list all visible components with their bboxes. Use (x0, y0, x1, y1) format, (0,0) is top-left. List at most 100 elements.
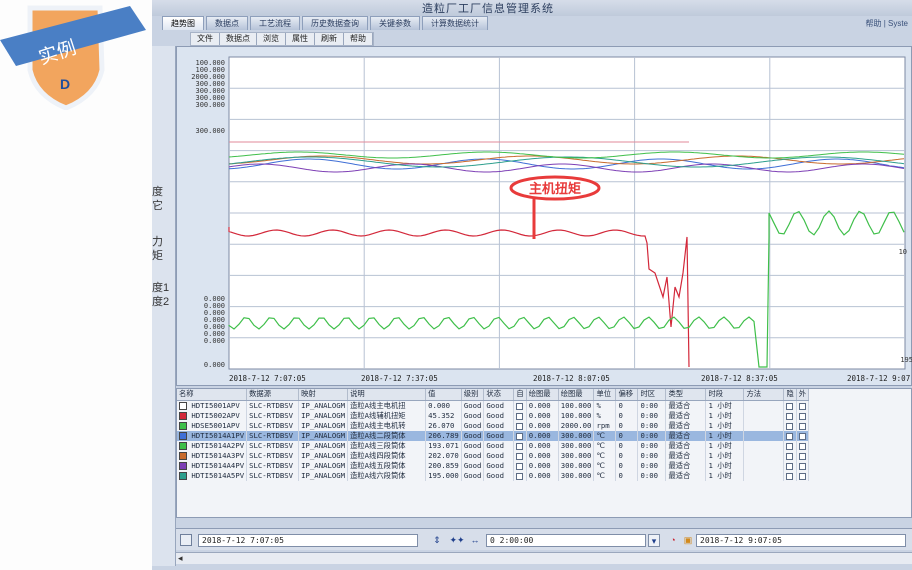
tag-table[interactable]: 名称 数据源 映射 说明值级别 状态自绘图最 绘图最 单位 偏移 时区 类型 时段 方法隐外 HDTI… (176, 388, 912, 518)
menu-refresh[interactable]: 刷新 (315, 33, 344, 45)
table-cell: 193.071 (425, 440, 462, 451)
column-header[interactable]: 时区 (637, 389, 667, 401)
column-header[interactable]: 绘图最 (558, 389, 595, 401)
tab-datapoints[interactable]: 数据点 (206, 16, 248, 30)
table-row[interactable]: HDTI5014A3PV SLC-RTDBSV IP_ANALOGM 造粒A线四段筒体… (177, 450, 810, 461)
forward-icon[interactable]: ✦✦ (448, 534, 466, 547)
checkbox[interactable] (786, 402, 794, 410)
menu-help[interactable]: 帮助 (344, 33, 373, 45)
checkbox[interactable] (786, 412, 794, 420)
checkbox[interactable] (516, 462, 524, 470)
swap-icon[interactable]: ↔ (468, 534, 482, 547)
trend-chart[interactable]: 100.000 100.000 2000.000 300.000 300.000 300.… (176, 46, 912, 386)
column-header[interactable]: 自 (513, 389, 527, 401)
checkbox[interactable] (798, 442, 806, 450)
column-header[interactable]: 级别 (461, 389, 485, 401)
checkbox[interactable] (516, 472, 524, 480)
column-header[interactable]: 单位 (593, 389, 617, 401)
column-header[interactable]: 值 (425, 389, 462, 401)
table-cell: HDSE5001APV (177, 420, 248, 431)
checkbox[interactable] (516, 402, 524, 410)
table-cell: Good (483, 400, 515, 411)
horizontal-scrollbar[interactable]: ◂ (176, 552, 912, 564)
dropdown-chevron-icon[interactable]: ▾ (648, 534, 660, 547)
column-header[interactable]: 隐 (783, 389, 797, 401)
menu-browse[interactable]: 浏览 (257, 33, 286, 45)
column-header[interactable]: 偏移 (615, 389, 639, 401)
checkbox[interactable] (786, 462, 794, 470)
column-header[interactable]: 数据源 (246, 389, 300, 401)
lock-icon[interactable]: ▣ (682, 534, 694, 547)
column-header[interactable]: 状态 (483, 389, 515, 401)
table-cell: 0:00 (637, 400, 667, 411)
series-color-swatch[interactable] (179, 412, 187, 420)
checkbox[interactable] (786, 442, 794, 450)
column-header[interactable]: 时段 (705, 389, 745, 401)
tab-trend[interactable]: 趋势图 (162, 16, 204, 30)
checkbox[interactable] (516, 452, 524, 460)
checkbox[interactable] (798, 452, 806, 460)
checkbox[interactable] (798, 432, 806, 440)
menu-datapoints[interactable]: 数据点 (220, 33, 257, 45)
table-cell: 300.000 (558, 470, 595, 481)
tab-calc-stats[interactable]: 计算数据统计 (422, 16, 488, 30)
series-color-swatch[interactable] (179, 442, 187, 450)
help-link[interactable]: 帮助 | Syste (865, 18, 908, 29)
tab-process-flow[interactable]: 工艺流程 (250, 16, 300, 30)
tab-history-query[interactable]: 历史数据查询 (302, 16, 368, 30)
tab-key-params[interactable]: 关键参数 (370, 16, 420, 30)
checkbox[interactable] (786, 432, 794, 440)
column-header[interactable]: 类型 (665, 389, 707, 401)
checkbox[interactable] (798, 472, 806, 480)
column-header[interactable]: 映射 (298, 389, 349, 401)
series-color-swatch[interactable] (179, 472, 187, 480)
menu-file[interactable]: 文件 (191, 33, 220, 45)
table-row[interactable]: HDTI5014A5PV SLC-RTDBSV IP_ANALOGM 造粒A线六段筒体… (177, 470, 810, 481)
checkbox[interactable] (798, 412, 806, 420)
table-row[interactable]: HDTI5014A1PV SLC-RTDBSV IP_ANALOGM 造粒A线二段筒体… (177, 430, 810, 441)
series-color-swatch[interactable] (179, 422, 187, 430)
column-header[interactable]: 绘图最 (526, 389, 559, 401)
table-cell: Good (461, 440, 485, 451)
series-color-swatch[interactable] (179, 402, 187, 410)
table-cell: 300.000 (558, 460, 595, 471)
checkbox[interactable] (786, 422, 794, 430)
table-cell (743, 460, 785, 471)
checkbox[interactable] (516, 412, 524, 420)
checkbox[interactable] (786, 452, 794, 460)
series-color-swatch[interactable] (179, 452, 187, 460)
table-row[interactable]: HDTI5001APV SLC-RTDBSV IP_ANALOGM 造粒A线主电机扭 0… (177, 400, 810, 411)
checkbox[interactable] (798, 422, 806, 430)
span-field[interactable]: 0 2:00:00 (486, 534, 646, 547)
table-cell: SLC-RTDBSV (246, 440, 300, 451)
calendar-icon[interactable] (180, 534, 192, 546)
column-header[interactable]: 方法 (743, 389, 785, 401)
scroll-left-icon[interactable]: ◂ (178, 553, 183, 564)
checkbox[interactable] (516, 422, 524, 430)
checkbox[interactable] (798, 402, 806, 410)
start-time-field[interactable]: 2018-7-12 7:07:05 (198, 534, 418, 547)
table-row[interactable]: HDTI5014A4PV SLC-RTDBSV IP_ANALOGM 造粒A线五段筒体… (177, 460, 810, 471)
table-cell: Good (483, 430, 515, 441)
checkbox[interactable] (798, 462, 806, 470)
series-color-swatch[interactable] (179, 462, 187, 470)
table-row[interactable]: HDSE5001APV SLC-RTDBSV IP_ANALOGM 造粒A线主电机转 2… (177, 420, 810, 431)
table-cell: 最适合 (665, 460, 707, 471)
column-header[interactable]: 说明 (347, 389, 427, 401)
table-cell: HDTI5014A1PV (177, 430, 248, 441)
table-cell: 造粒A线主电机转 (347, 420, 427, 431)
checkbox[interactable] (516, 442, 524, 450)
clock-icon[interactable]: ◔ (666, 534, 680, 547)
series-color-swatch[interactable] (179, 432, 187, 440)
menu-properties[interactable]: 属性 (286, 33, 315, 45)
end-time-field[interactable]: 2018-7-12 9:07:05 (696, 534, 906, 547)
table-cell: 最适合 (665, 470, 707, 481)
table-row[interactable]: HDTI5002APV SLC-RTDBSV IP_ANALOGM 造粒A线辅机扭矩 4… (177, 410, 810, 421)
table-cell (783, 410, 797, 421)
column-header[interactable]: 名称 (177, 389, 248, 401)
table-row[interactable]: HDTI5014A2PV SLC-RTDBSV IP_ANALOGM 造粒A线三段筒体… (177, 440, 810, 451)
checkbox[interactable] (786, 472, 794, 480)
spinner-icon[interactable]: ⇕ (432, 534, 442, 547)
checkbox[interactable] (516, 432, 524, 440)
column-header[interactable]: 外 (796, 389, 810, 401)
